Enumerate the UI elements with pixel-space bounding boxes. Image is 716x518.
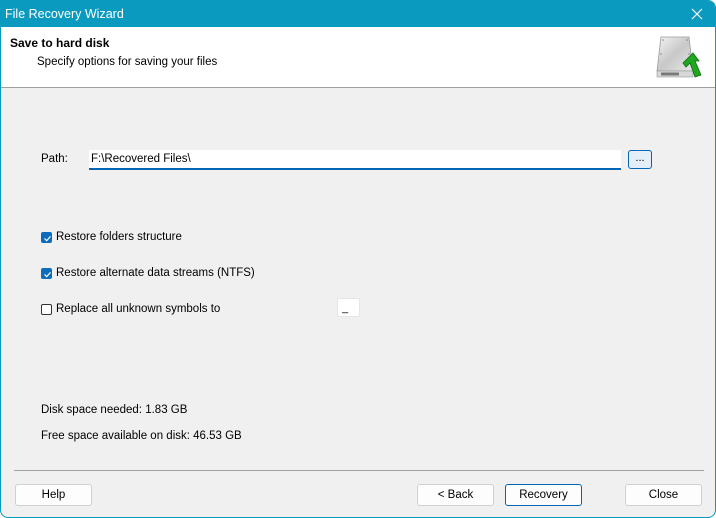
free-space-available: Free space available on disk: 46.53 GB (41, 430, 242, 442)
back-button[interactable]: < Back (417, 484, 494, 506)
checkbox-checked[interactable] (41, 231, 52, 243)
file-recovery-wizard-window: File Recovery Wizard Save to hard disk S… (0, 0, 716, 518)
replacement-symbol-input[interactable] (337, 298, 360, 317)
restore-ads-label: Restore alternate data streams (NTFS) (56, 267, 255, 279)
replace-unknown-symbols-checkbox[interactable]: Replace all unknown symbols to (41, 303, 220, 315)
footer-separator (14, 470, 704, 471)
help-button[interactable]: Help (15, 484, 92, 506)
hard-disk-save-icon (653, 33, 705, 83)
checkbox-checked[interactable] (41, 267, 52, 279)
restore-ads-checkbox[interactable]: Restore alternate data streams (NTFS) (41, 267, 255, 279)
close-button[interactable]: Close (625, 484, 702, 506)
restore-folders-label: Restore folders structure (56, 231, 182, 243)
browse-button[interactable]: ... (628, 150, 652, 169)
wizard-header: Save to hard disk Specify options for sa… (1, 27, 715, 88)
header-title: Save to hard disk (10, 36, 110, 50)
checkbox-unchecked[interactable] (41, 303, 52, 315)
restore-folders-checkbox[interactable]: Restore folders structure (41, 231, 182, 243)
header-subtitle: Specify options for saving your files (37, 56, 218, 68)
path-input[interactable] (89, 150, 621, 170)
path-label: Path: (41, 153, 68, 165)
title-bar[interactable]: File Recovery Wizard (1, 1, 715, 27)
window-title: File Recovery Wizard (5, 7, 124, 21)
disk-space-needed: Disk space needed: 1.83 GB (41, 404, 188, 416)
recovery-button[interactable]: Recovery (505, 484, 582, 506)
replace-unknown-symbols-label: Replace all unknown symbols to (56, 303, 221, 315)
close-icon[interactable] (687, 4, 707, 24)
